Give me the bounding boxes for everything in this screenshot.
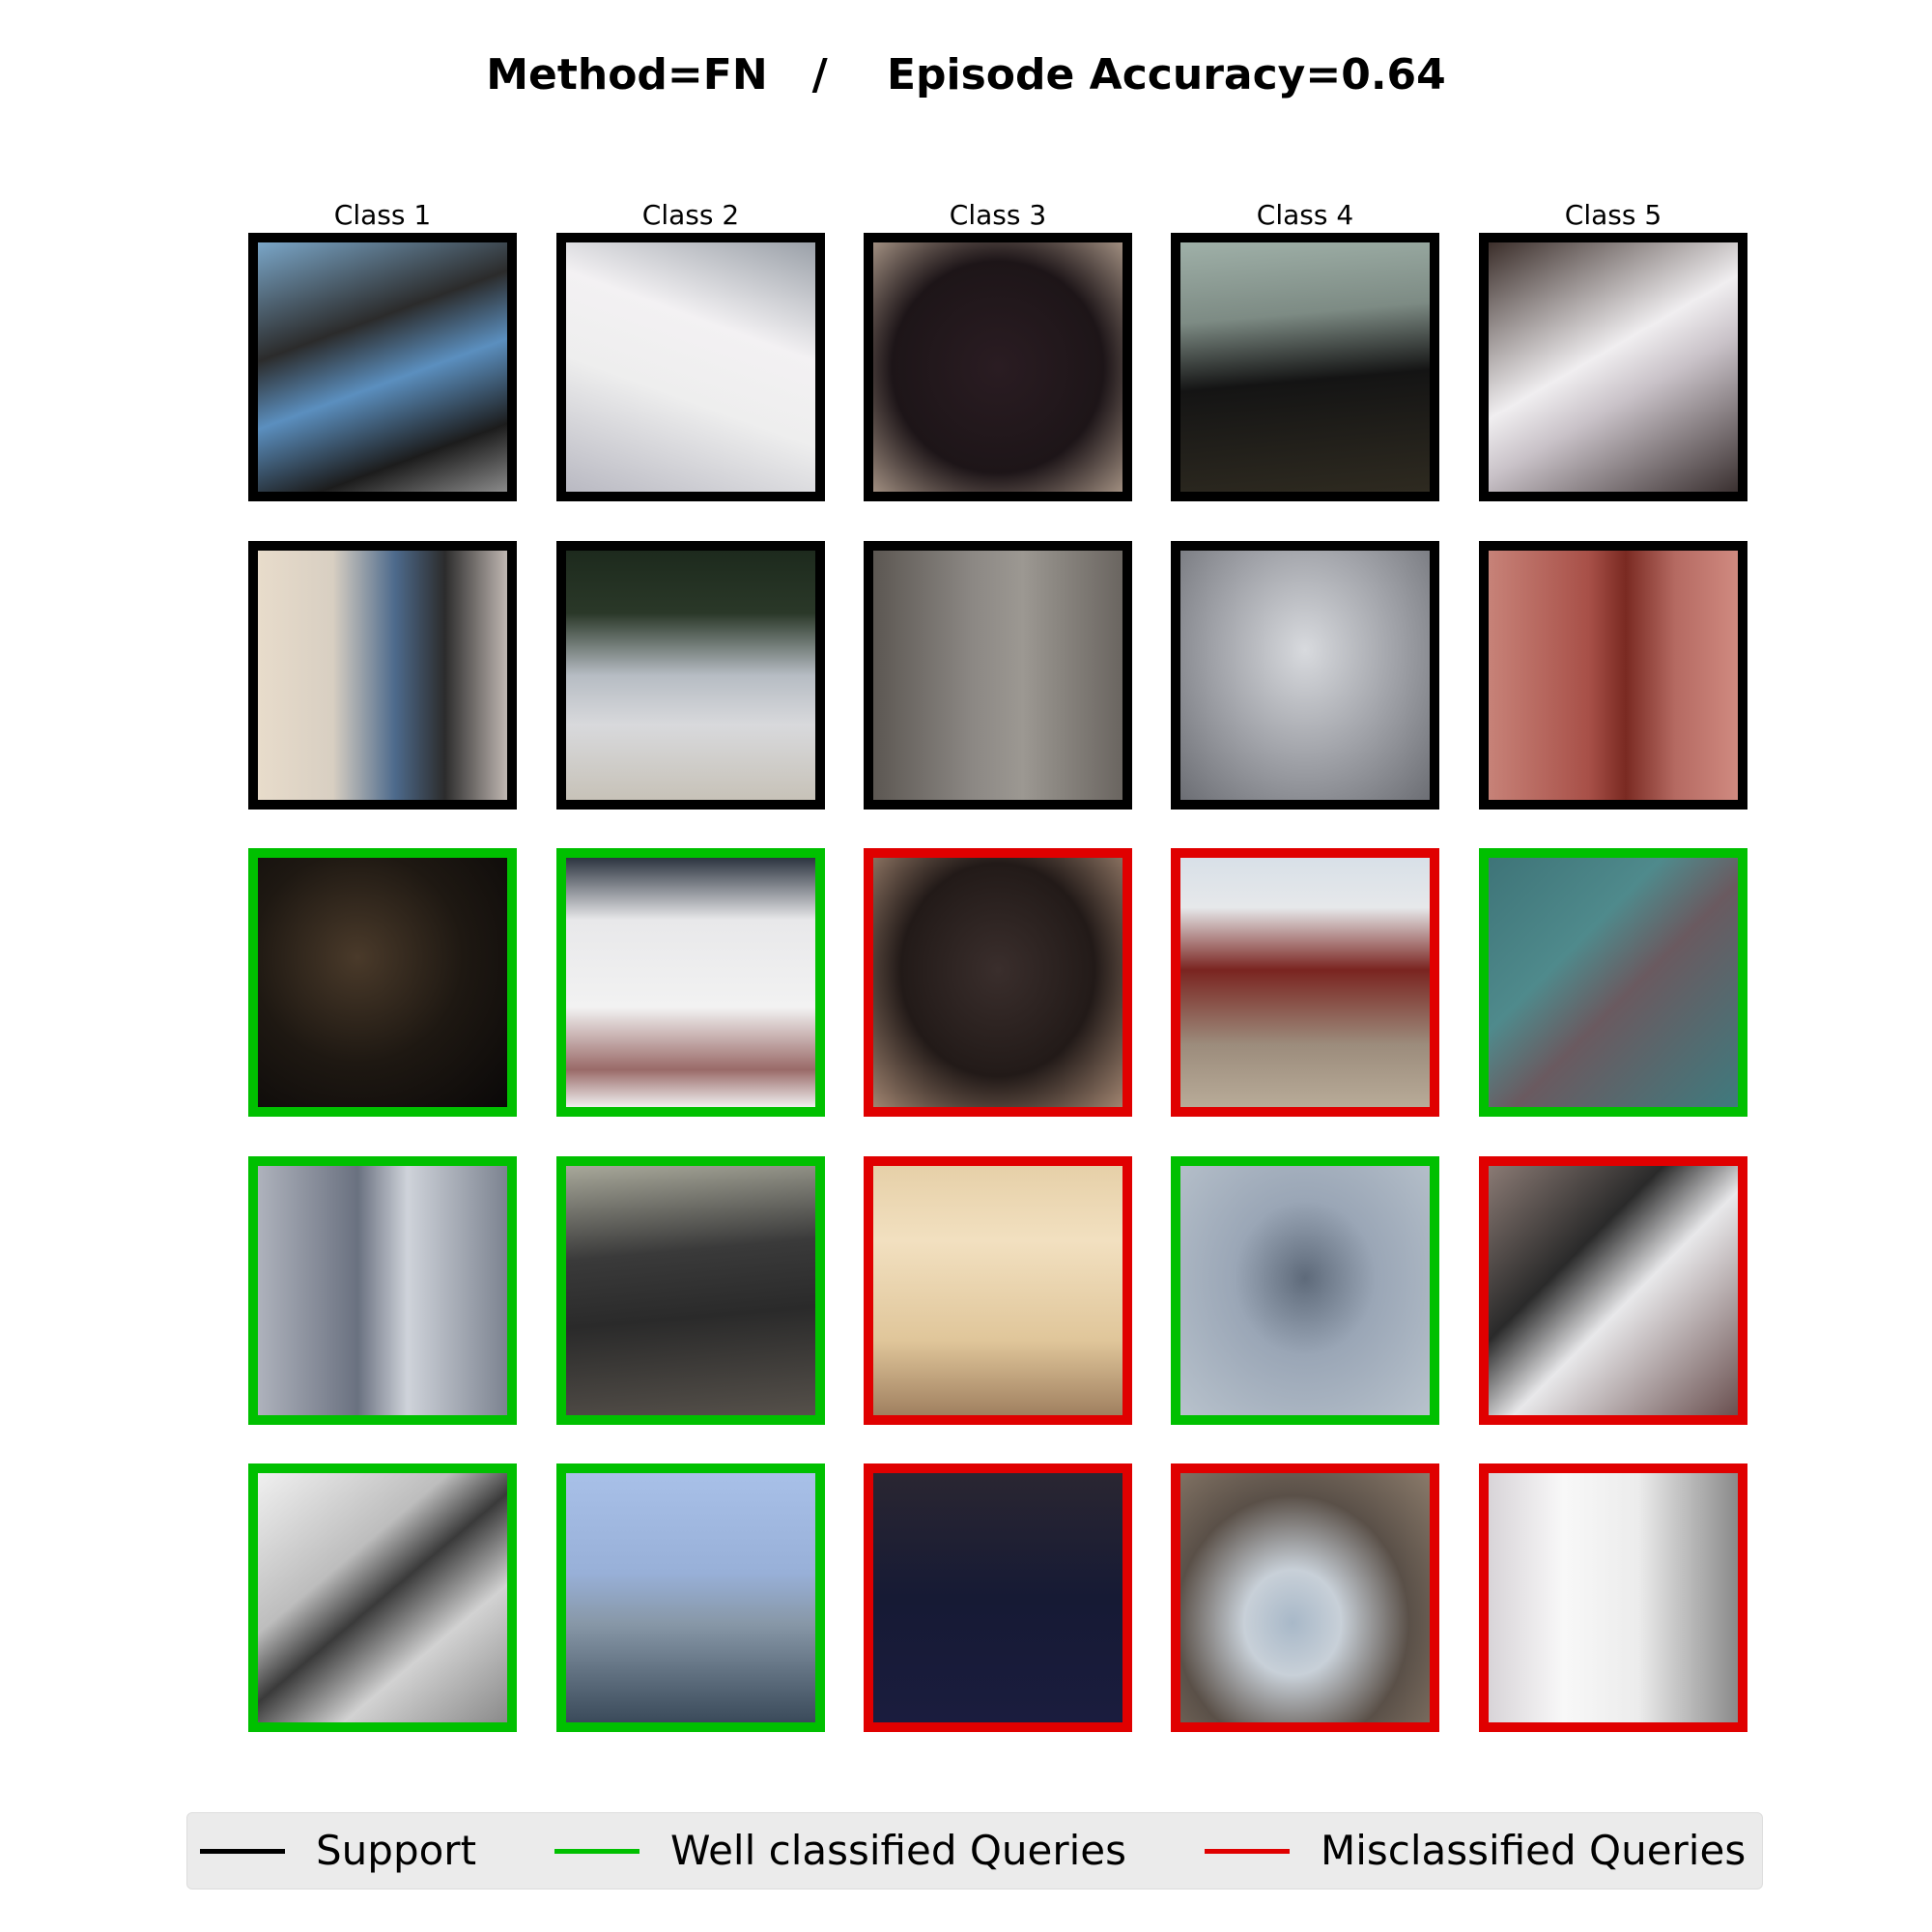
legend-well-classified-line bbox=[554, 1849, 639, 1854]
image-tile-row1-class1 bbox=[248, 233, 517, 501]
image-thumbnail bbox=[258, 858, 507, 1107]
image-tile-row3-class3 bbox=[864, 848, 1132, 1117]
legend-support-line bbox=[200, 1849, 285, 1854]
image-tile-row2-class5 bbox=[1479, 541, 1747, 810]
image-tile-row2-class1 bbox=[248, 541, 517, 810]
image-tile-row5-class3 bbox=[864, 1463, 1132, 1732]
image-thumbnail bbox=[873, 242, 1122, 492]
image-tile-row2-class4 bbox=[1171, 541, 1439, 810]
image-thumbnail bbox=[1180, 858, 1430, 1107]
image-thumbnail bbox=[258, 1473, 507, 1722]
image-tile-row3-class1 bbox=[248, 848, 517, 1117]
column-label-4: Class 4 bbox=[1256, 199, 1354, 231]
image-tile-row5-class1 bbox=[248, 1463, 517, 1732]
image-thumbnail bbox=[566, 1473, 815, 1722]
image-tile-row3-class5 bbox=[1479, 848, 1747, 1117]
image-tile-row3-class2 bbox=[556, 848, 825, 1117]
image-tile-row4-class1 bbox=[248, 1156, 517, 1425]
column-label-1: Class 1 bbox=[333, 199, 432, 231]
image-tile-row1-class4 bbox=[1171, 233, 1439, 501]
image-thumbnail bbox=[1180, 551, 1430, 800]
image-thumbnail bbox=[873, 858, 1122, 1107]
image-thumbnail bbox=[1489, 1473, 1738, 1722]
column-label-3: Class 3 bbox=[949, 199, 1047, 231]
column-label-2: Class 2 bbox=[641, 199, 740, 231]
image-tile-row3-class4 bbox=[1171, 848, 1439, 1117]
image-thumbnail bbox=[1489, 1166, 1738, 1415]
image-tile-row5-class2 bbox=[556, 1463, 825, 1732]
image-tile-row4-class5 bbox=[1479, 1156, 1747, 1425]
column-label-5: Class 5 bbox=[1564, 199, 1662, 231]
image-thumbnail bbox=[566, 551, 815, 800]
legend-misclassified-label: Misclassified Queries bbox=[1321, 1827, 1747, 1874]
image-thumbnail bbox=[258, 242, 507, 492]
image-tile-row1-class3 bbox=[864, 233, 1132, 501]
image-tile-row2-class2 bbox=[556, 541, 825, 810]
image-thumbnail bbox=[1489, 551, 1738, 800]
legend-misclassified-line bbox=[1205, 1849, 1290, 1854]
image-thumbnail bbox=[873, 1473, 1122, 1722]
image-tile-row4-class4 bbox=[1171, 1156, 1439, 1425]
legend-support-label: Support bbox=[316, 1827, 477, 1874]
image-thumbnail bbox=[566, 858, 815, 1107]
image-tile-row2-class3 bbox=[864, 541, 1132, 810]
image-thumbnail bbox=[1180, 1473, 1430, 1722]
image-thumbnail bbox=[873, 551, 1122, 800]
image-thumbnail bbox=[1180, 1166, 1430, 1415]
image-thumbnail bbox=[1180, 242, 1430, 492]
image-thumbnail bbox=[258, 551, 507, 800]
image-thumbnail bbox=[258, 1166, 507, 1415]
image-tile-row1-class5 bbox=[1479, 233, 1747, 501]
image-thumbnail bbox=[566, 242, 815, 492]
image-tile-row1-class2 bbox=[556, 233, 825, 501]
figure-title: Method=FN / Episode Accuracy=0.64 bbox=[486, 50, 1446, 99]
image-tile-row4-class2 bbox=[556, 1156, 825, 1425]
image-tile-row5-class5 bbox=[1479, 1463, 1747, 1732]
image-tile-row5-class4 bbox=[1171, 1463, 1439, 1732]
legend: Support Well classified Queries Misclass… bbox=[186, 1812, 1763, 1889]
image-thumbnail bbox=[1489, 242, 1738, 492]
image-thumbnail bbox=[873, 1166, 1122, 1415]
image-thumbnail bbox=[566, 1166, 815, 1415]
legend-well-classified-label: Well classified Queries bbox=[670, 1827, 1127, 1874]
image-tile-row4-class3 bbox=[864, 1156, 1132, 1425]
image-thumbnail bbox=[1489, 858, 1738, 1107]
